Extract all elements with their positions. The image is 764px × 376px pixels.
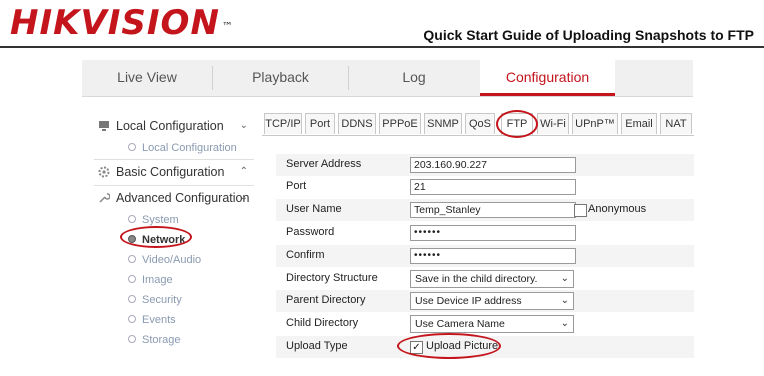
tab-ddns[interactable]: DDNS [338,113,376,134]
sidebar-item-label: Storage [142,334,181,346]
hikvision-logo: HIKVISION ™ [10,4,234,42]
sidebar-item-label: Image [142,274,173,286]
wrench-icon [98,192,111,204]
parent-directory-select[interactable]: Use Device IP address ⌄ [410,292,574,310]
server-address-input[interactable]: 203.160.90.227 [410,157,576,173]
sidebar-item-image[interactable]: Image [128,271,173,289]
select-value: Use Camera Name [415,318,505,330]
bullet-icon [128,335,136,344]
header-rule [0,46,764,48]
sidebar-item-video-audio[interactable]: Video/Audio [128,251,201,269]
sidebar-item-label: Security [142,294,182,306]
sidebar-local-label: Local Configuration [116,119,224,133]
bullet-icon [128,255,136,264]
confirm-row: Confirm •••••• [276,245,694,267]
server-address-label: Server Address [286,158,362,170]
tab-pppoe[interactable]: PPPoE [379,113,421,134]
nav-live-view[interactable]: Live View [82,60,212,96]
parent-directory-row: Parent Directory Use Device IP address ⌄ [276,290,694,312]
nav-configuration[interactable]: Configuration [480,60,615,96]
chevron-down-icon: ⌄ [239,120,248,131]
network-highlight-oval [120,226,192,248]
chevron-down-icon: ⌄ [560,273,569,284]
upload-type-label: Upload Type [286,340,348,352]
directory-structure-row: Directory Structure Save in the child di… [276,268,694,290]
nav-playback[interactable]: Playback [213,60,348,96]
child-directory-select[interactable]: Use Camera Name ⌄ [410,315,574,333]
chevron-down-icon: ⌄ [560,318,569,329]
sidebar-item-label: System [142,214,179,226]
password-label: Password [286,226,335,238]
tab-port[interactable]: Port [305,113,335,134]
sidebar-item-label: Events [142,314,176,326]
sidebar-item-storage[interactable]: Storage [128,331,181,349]
upload-picture-highlight-oval [397,333,501,359]
password-row: Password •••••• [276,222,694,244]
select-value: Save in the child directory. [415,273,538,285]
gear-icon [98,166,110,178]
tab-tcp-ip[interactable]: TCP/IP [264,113,302,134]
bullet-icon [128,315,136,324]
parent-directory-label: Parent Directory [286,294,366,306]
sidebar-item-label: Video/Audio [142,254,202,266]
bullet-icon [128,295,136,304]
brand-text: HIKVISION [10,3,220,43]
sidebar-local-configuration[interactable]: Local Configuration ⌄ [94,114,254,138]
bullet-icon [128,143,136,152]
sidebar-advanced-configuration[interactable]: Advanced Configuration ⌄ [94,186,254,210]
sidebar-advanced-label: Advanced Configuration [116,191,250,205]
sidebar-item-security[interactable]: Security [128,291,182,309]
port-input[interactable]: 21 [410,179,576,195]
top-nav: Live View Playback Log Configuration [82,60,693,97]
user-name-label: User Name [286,203,342,215]
tab-upnp[interactable]: UPnP™ [572,113,618,134]
user-name-input[interactable]: Temp_Stanley [410,202,576,218]
chevron-up-icon: ⌃ [239,166,248,177]
sidebar-item-events[interactable]: Events [128,311,176,329]
confirm-input[interactable]: •••••• [410,248,576,264]
chevron-down-icon: ⌄ [239,192,248,203]
tab-nat[interactable]: NAT [660,113,692,134]
port-row: Port 21 [276,176,694,198]
chevron-down-icon: ⌄ [560,295,569,306]
tab-qos[interactable]: QoS [465,113,495,134]
password-input[interactable]: •••••• [410,225,576,241]
bullet-icon [128,275,136,284]
sidebar-basic-configuration[interactable]: Basic Configuration ⌃ [94,160,254,184]
confirm-label: Confirm [286,249,325,261]
child-directory-label: Child Directory [286,317,359,329]
tab-wifi[interactable]: Wi-Fi [537,113,569,134]
network-tabs: TCP/IP Port DDNS PPPoE SNMP QoS FTP Wi-F… [262,113,694,136]
trademark-mark: ™ [221,20,234,33]
bullet-icon [128,215,136,224]
document-title: Quick Start Guide of Uploading Snapshots… [423,27,754,43]
anonymous-checkbox[interactable] [574,204,587,217]
sidebar-item-local-configuration[interactable]: Local Configuration [128,139,237,157]
user-name-row: User Name Temp_Stanley Anonymous [276,199,694,221]
monitor-icon [98,120,110,132]
directory-structure-label: Directory Structure [286,272,378,284]
sidebar-item-label: Local Configuration [142,142,237,154]
sidebar-basic-label: Basic Configuration [116,165,225,179]
tab-snmp[interactable]: SNMP [424,113,462,134]
select-value: Use Device IP address [415,295,522,307]
server-address-row: Server Address 203.160.90.227 [276,154,694,176]
tab-email[interactable]: Email [621,113,657,134]
directory-structure-select[interactable]: Save in the child directory. ⌄ [410,270,574,288]
ftp-tab-highlight-oval [496,110,538,138]
port-label: Port [286,180,307,192]
child-directory-row: Child Directory Use Camera Name ⌄ [276,313,694,335]
anonymous-label: Anonymous [588,203,647,215]
nav-log[interactable]: Log [349,60,479,96]
